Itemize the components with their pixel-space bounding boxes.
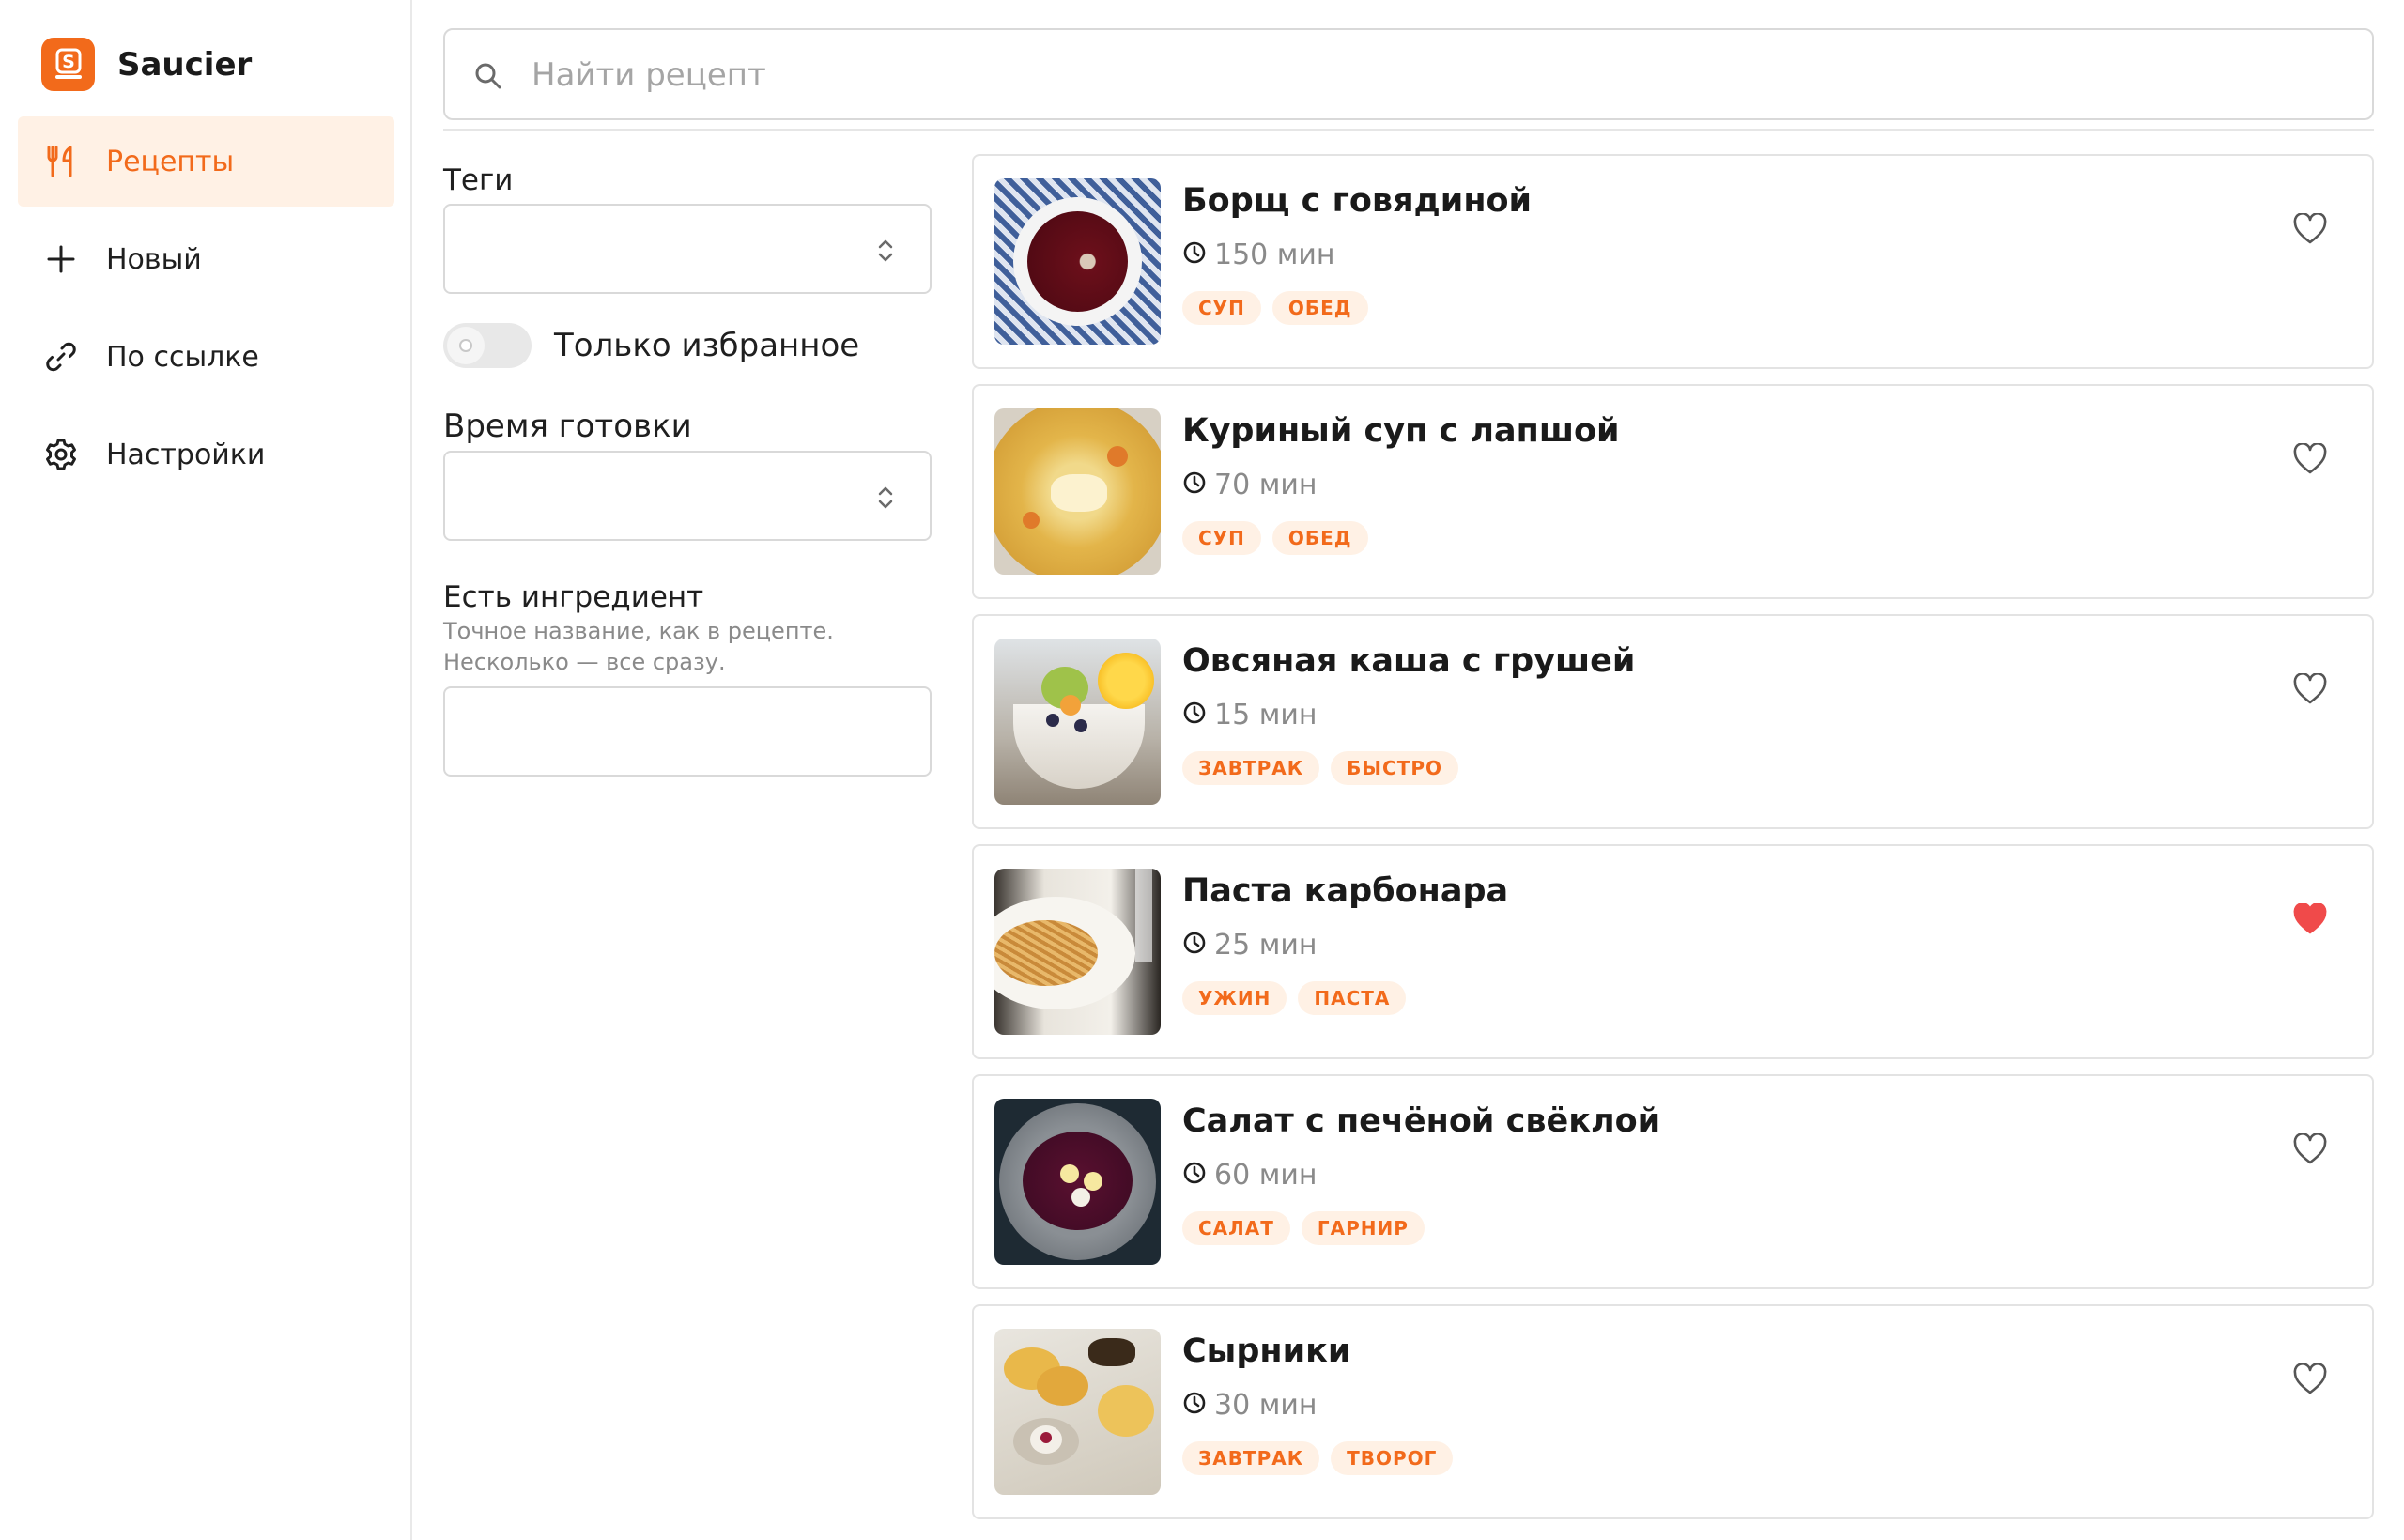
- ingredient-label: Есть ингредиент: [443, 580, 704, 614]
- favorite-heart-filled-icon[interactable]: [2291, 901, 2329, 938]
- toggle-knob: [447, 327, 485, 364]
- divider: [443, 129, 2374, 131]
- tag-badge[interactable]: УЖИН: [1182, 981, 1287, 1015]
- cutlery-icon: [44, 145, 78, 178]
- tag-badge[interactable]: ОБЕД: [1271, 291, 1368, 325]
- search-icon: [473, 61, 503, 96]
- nav-label: По ссылке: [106, 340, 259, 374]
- recipe-image-syrniki: [994, 1329, 1161, 1495]
- chevron-updown-icon: [877, 238, 894, 269]
- recipe-list: Борщ с говядиной 150 мин СУП ОБЕД Курины…: [972, 154, 2374, 1534]
- recipe-tags: САЛАТ ГАРНИР: [1182, 1211, 1436, 1245]
- recipe-time: 30 мин: [1182, 1389, 1317, 1422]
- recipe-tags: УЖИН ПАСТА: [1182, 981, 1417, 1015]
- nav-label: Рецепты: [106, 145, 235, 178]
- nav-item-settings[interactable]: Настройки: [18, 409, 394, 500]
- nav-item-new[interactable]: Новый: [18, 214, 394, 304]
- ingredient-hint: Точное название, как в рецепте. Нескольк…: [443, 618, 834, 675]
- saucier-logo-icon: S: [41, 38, 95, 91]
- nav-label: Новый: [106, 242, 202, 276]
- tag-badge[interactable]: ПАСТА: [1298, 981, 1407, 1015]
- chevron-updown-icon: [877, 485, 894, 516]
- cook-time-select[interactable]: [443, 451, 932, 541]
- tags-label: Теги: [443, 163, 514, 197]
- recipe-image-carbonara: [994, 869, 1161, 1035]
- recipe-title: Куриный суп с лапшой: [1182, 412, 1620, 450]
- recipe-card[interactable]: Куриный суп с лапшой 70 мин СУП ОБЕД: [972, 384, 2374, 599]
- gear-icon: [44, 438, 78, 471]
- recipe-time-value: 70 мин: [1214, 469, 1318, 501]
- nav-label: Настройки: [106, 438, 266, 471]
- recipe-time: 70 мин: [1182, 469, 1317, 501]
- recipe-tags: ЗАВТРАК ТВОРОГ: [1182, 1441, 1464, 1475]
- recipe-image-chicken-noodle-soup: [994, 408, 1161, 575]
- recipe-time: 25 мин: [1182, 929, 1317, 962]
- favorite-heart-icon[interactable]: [2291, 670, 2329, 708]
- recipe-time: 60 мин: [1182, 1159, 1317, 1192]
- tag-badge[interactable]: БЫСТРО: [1331, 751, 1459, 785]
- sidebar: S Saucier Рецепты Новый По ссылке Настро…: [0, 0, 412, 1540]
- recipe-title: Овсяная каша с грушей: [1182, 642, 1636, 680]
- brand[interactable]: S Saucier: [41, 38, 252, 91]
- recipe-tags: СУП ОБЕД: [1182, 291, 1379, 325]
- search-input[interactable]: [532, 49, 2316, 101]
- tag-badge[interactable]: ЗАВТРАК: [1182, 1441, 1320, 1475]
- recipe-tags: ЗАВТРАК БЫСТРО: [1182, 751, 1470, 785]
- recipe-card[interactable]: Борщ с говядиной 150 мин СУП ОБЕД: [972, 154, 2374, 369]
- clock-icon: [1182, 931, 1207, 960]
- clock-icon: [1182, 701, 1207, 730]
- recipe-title: Сырники: [1182, 1332, 1351, 1370]
- link-icon: [44, 340, 78, 374]
- recipe-title: Паста карбонара: [1182, 872, 1509, 910]
- favorites-only-label: Только избранное: [554, 327, 860, 364]
- plus-icon: [44, 242, 78, 276]
- recipe-image-borscht: [994, 178, 1161, 345]
- nav-item-recipes[interactable]: Рецепты: [18, 116, 394, 207]
- recipe-time: 15 мин: [1182, 699, 1317, 732]
- favorite-heart-icon[interactable]: [2291, 210, 2329, 248]
- cook-time-label: Время готовки: [443, 408, 692, 445]
- favorite-heart-icon[interactable]: [2291, 440, 2329, 478]
- tag-badge[interactable]: ГАРНИР: [1301, 1211, 1425, 1245]
- recipe-time-value: 30 мин: [1214, 1389, 1318, 1422]
- recipe-card[interactable]: Сырники 30 мин ЗАВТРАК ТВОРОГ: [972, 1304, 2374, 1519]
- tag-badge[interactable]: ТВОРОГ: [1331, 1441, 1454, 1475]
- nav-item-by-link[interactable]: По ссылке: [18, 312, 394, 402]
- recipe-time: 150 мин: [1182, 239, 1335, 271]
- recipe-card[interactable]: Овсяная каша с грушей 15 мин ЗАВТРАК БЫС…: [972, 614, 2374, 829]
- clock-icon: [1182, 1161, 1207, 1190]
- recipe-time-value: 150 мин: [1214, 239, 1335, 271]
- recipe-title: Салат с печёной свёклой: [1182, 1102, 1661, 1140]
- recipe-card[interactable]: Салат с печёной свёклой 60 мин САЛАТ ГАР…: [972, 1074, 2374, 1289]
- tags-select[interactable]: [443, 204, 932, 294]
- tag-badge[interactable]: ЗАВТРАК: [1182, 751, 1320, 785]
- svg-text:S: S: [62, 52, 75, 72]
- clock-icon: [1182, 1391, 1207, 1420]
- tag-badge[interactable]: СУП: [1182, 291, 1261, 325]
- favorites-only-toggle[interactable]: [443, 323, 532, 368]
- tag-badge[interactable]: САЛАТ: [1182, 1211, 1290, 1245]
- search-box: [443, 28, 2374, 120]
- recipe-time-value: 15 мин: [1214, 699, 1318, 732]
- recipe-time-value: 60 мин: [1214, 1159, 1318, 1192]
- recipe-tags: СУП ОБЕД: [1182, 521, 1379, 555]
- recipe-image-oatmeal: [994, 639, 1161, 805]
- recipe-image-beet-salad: [994, 1099, 1161, 1265]
- recipe-time-value: 25 мин: [1214, 929, 1318, 962]
- recipe-card[interactable]: Паста карбонара 25 мин УЖИН ПАСТА: [972, 844, 2374, 1059]
- main-nav: Рецепты Новый По ссылке Настройки: [18, 116, 394, 507]
- favorite-heart-icon[interactable]: [2291, 1131, 2329, 1168]
- recipe-title: Борщ с говядиной: [1182, 182, 1533, 220]
- tag-badge[interactable]: СУП: [1182, 521, 1261, 555]
- favorite-heart-icon[interactable]: [2291, 1361, 2329, 1398]
- clock-icon: [1182, 470, 1207, 500]
- favorites-only-row: Только избранное: [443, 323, 859, 368]
- ingredient-input[interactable]: [443, 686, 932, 777]
- app-name: Saucier: [117, 45, 253, 84]
- tag-badge[interactable]: ОБЕД: [1271, 521, 1368, 555]
- clock-icon: [1182, 240, 1207, 270]
